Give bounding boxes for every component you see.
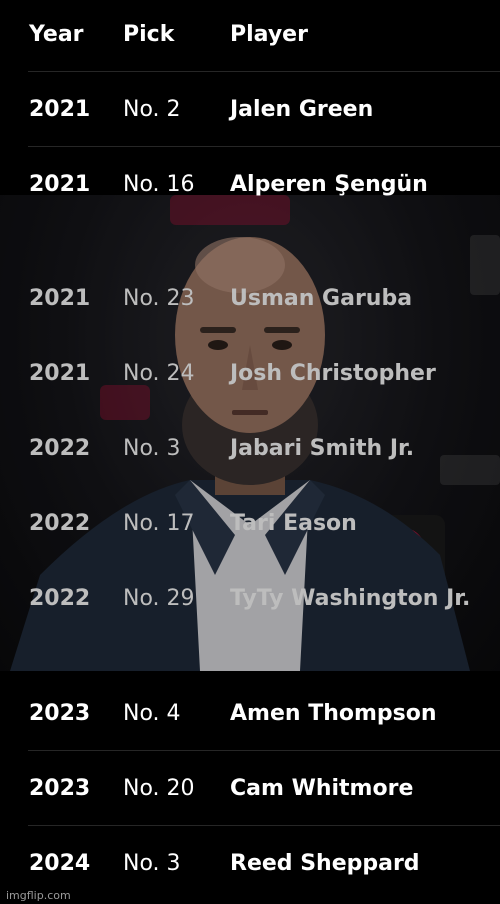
cell-year: 2023 bbox=[29, 701, 91, 726]
cell-player: Jabari Smith Jr. bbox=[230, 436, 415, 461]
cell-pick: No. 23 bbox=[123, 286, 195, 311]
cell-year: 2022 bbox=[29, 586, 91, 611]
header-year: Year bbox=[29, 22, 84, 47]
cell-year: 2023 bbox=[29, 776, 91, 801]
cell-year: 2022 bbox=[29, 436, 91, 461]
cell-pick: No. 24 bbox=[123, 361, 195, 386]
cell-player: Alperen Şengün bbox=[230, 172, 428, 197]
cell-player: Josh Christopher bbox=[230, 361, 436, 386]
cell-pick: No. 16 bbox=[123, 172, 195, 197]
cell-year: 2021 bbox=[29, 172, 91, 197]
cell-pick: No. 20 bbox=[123, 776, 195, 801]
table-row: 2021 No. 23 Usman Garuba bbox=[0, 261, 500, 336]
cell-year: 2021 bbox=[29, 97, 91, 122]
table-row: 2023 No. 20 Cam Whitmore bbox=[0, 751, 500, 826]
table-row: 2023 No. 4 Amen Thompson bbox=[0, 676, 500, 751]
cell-player: TyTy Washington Jr. bbox=[230, 586, 471, 611]
table-row: 2022 No. 17 Tari Eason bbox=[0, 486, 500, 561]
cell-year: 2022 bbox=[29, 511, 91, 536]
cell-player: Tari Eason bbox=[230, 511, 357, 536]
cell-player: Cam Whitmore bbox=[230, 776, 414, 801]
cell-year: 2021 bbox=[29, 286, 91, 311]
cell-pick: No. 29 bbox=[123, 586, 195, 611]
table-row: 2021 No. 16 Alperen Şengün bbox=[0, 147, 500, 222]
cell-pick: No. 3 bbox=[123, 436, 181, 461]
table-row: 2022 No. 3 Jabari Smith Jr. bbox=[0, 411, 500, 486]
table-header: Year Pick Player bbox=[0, 0, 500, 72]
header-player: Player bbox=[230, 22, 308, 47]
cell-player: Amen Thompson bbox=[230, 701, 437, 726]
cell-pick: No. 4 bbox=[123, 701, 181, 726]
cell-pick: No. 17 bbox=[123, 511, 195, 536]
table-row: 2022 No. 29 TyTy Washington Jr. bbox=[0, 561, 500, 636]
table-row: 2021 No. 2 Jalen Green bbox=[0, 72, 500, 147]
cell-player: Usman Garuba bbox=[230, 286, 413, 311]
cell-year: 2021 bbox=[29, 361, 91, 386]
cell-player: Jalen Green bbox=[230, 97, 374, 122]
cell-pick: No. 3 bbox=[123, 851, 181, 876]
watermark: imgflip.com bbox=[6, 889, 71, 902]
header-pick: Pick bbox=[123, 22, 175, 47]
cell-player: Reed Sheppard bbox=[230, 851, 420, 876]
table-row: 2024 No. 3 Reed Sheppard bbox=[0, 826, 500, 901]
table-row: 2021 No. 24 Josh Christopher bbox=[0, 336, 500, 411]
cell-pick: No. 2 bbox=[123, 97, 181, 122]
